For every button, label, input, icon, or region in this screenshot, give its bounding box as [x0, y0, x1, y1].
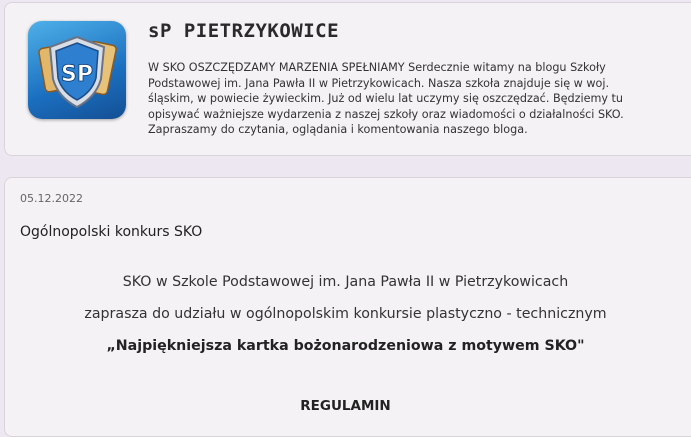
shield-logo-icon: SP — [38, 35, 117, 109]
post-title[interactable]: Ogólnopolski konkurs SKO — [20, 224, 202, 240]
post-rules-heading: REGULAMIN — [300, 398, 391, 414]
post-contest-name: „Najpiękniejsza kartka bożonarodzeniowa … — [106, 338, 585, 354]
logo-text: SP — [61, 62, 93, 87]
post-date: 05.12.2022 — [20, 192, 83, 205]
post-body-line-2: zaprasza do udziału w ogólnopolskim konk… — [84, 306, 607, 322]
post-body-line-1: SKO w Szkole Podstawowej im. Jana Pawła … — [122, 274, 569, 290]
blog-logo[interactable]: SP — [28, 21, 126, 119]
blog-description: W SKO OSZCZĘDZAMY MARZENIA SPEŁNIAMY Ser… — [148, 61, 624, 137]
blog-title[interactable]: sP PIETRZYKOWICE — [148, 20, 339, 42]
